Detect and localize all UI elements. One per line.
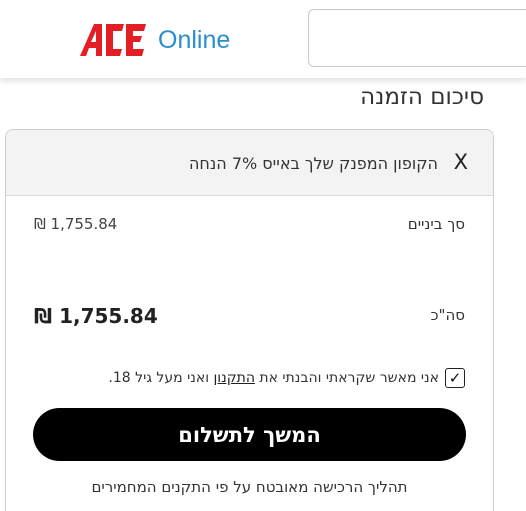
page-title: סיכום הזמנה [360, 84, 484, 110]
terms-link[interactable]: התקנון [213, 370, 255, 386]
terms-checkbox[interactable]: ✓ [445, 368, 465, 388]
checkmark-icon: ✓ [448, 368, 462, 387]
coupon-text: הקופון המפנק שלך באייס 7% הנחה [188, 154, 438, 173]
total-label: סה"כ [430, 306, 465, 324]
order-summary-card: X הקופון המפנק שלך באייס 7% הנחה סך ביני… [5, 129, 494, 511]
logo-online-text: Online [158, 25, 231, 54]
secure-purchase-text: תהליך הרכישה מאובטח על פי התקנים המחמירי… [91, 478, 408, 496]
terms-row: ✓ אני מאשר שקראתי והבנתי את התקנון ואני … [108, 368, 465, 388]
coupon-banner: X הקופון המפנק שלך באייס 7% הנחה [6, 130, 493, 196]
search-input[interactable] [308, 9, 526, 67]
total-value: 1,755.84 ₪ [34, 304, 158, 328]
subtotal-value: 1,755.84 ₪ [34, 215, 118, 233]
site-header: Online [0, 0, 526, 78]
terms-text-after: ואני מעל גיל 18. [108, 370, 214, 386]
ace-online-logo[interactable]: Online [80, 22, 230, 58]
ace-logo-icon [80, 24, 146, 56]
subtotal-label: סך ביניים [407, 215, 465, 233]
terms-text: אני מאשר שקראתי והבנתי את התקנון ואני מע… [108, 370, 439, 386]
close-coupon-button[interactable]: X [454, 150, 468, 174]
ace-logo-mark [80, 22, 158, 58]
continue-to-payment-button[interactable]: המשך לתשלום [33, 408, 466, 461]
terms-text-before: אני מאשר שקראתי והבנתי את [254, 370, 439, 386]
